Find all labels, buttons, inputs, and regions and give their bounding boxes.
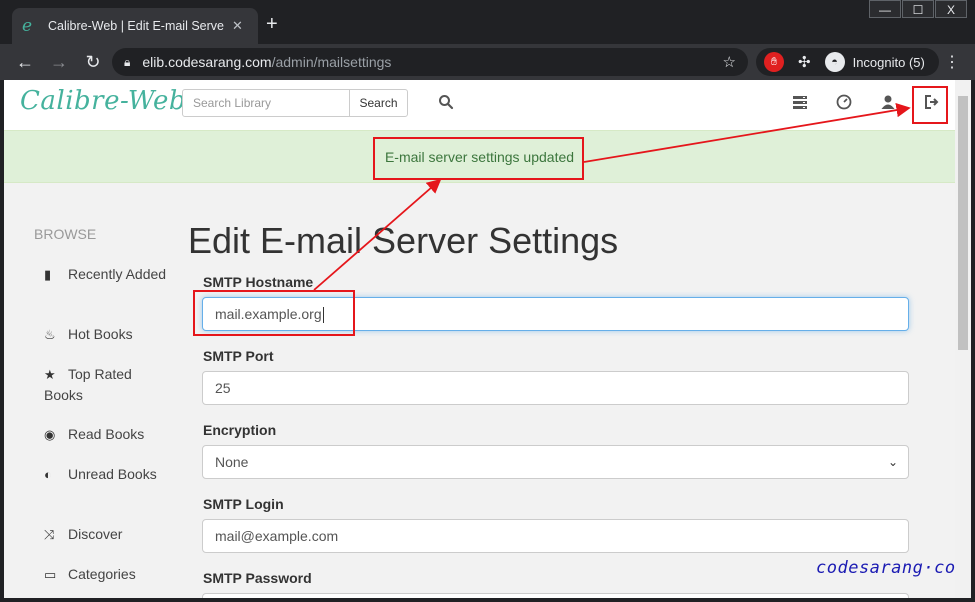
forward-arrow-icon[interactable]: → bbox=[44, 47, 74, 77]
maximize-button[interactable]: ☐ bbox=[902, 0, 934, 18]
browser-menu-icon[interactable]: ⋮ bbox=[944, 52, 960, 72]
extensions-area: ✋︎ ✣ ◓ Incognito (5) bbox=[756, 48, 939, 76]
url-host: elib.codesarang.com bbox=[142, 54, 272, 70]
puzzle-extensions-icon[interactable]: ✣ bbox=[798, 53, 811, 71]
arrow-to-alert bbox=[313, 178, 442, 291]
address-bar[interactable]: 🔒︎ elib.codesarang.com/admin/mailsetting… bbox=[112, 48, 748, 76]
calibre-favicon-icon: e bbox=[22, 16, 33, 36]
window-controls: — ☐ X bbox=[868, 0, 967, 18]
adblock-extension-icon[interactable]: ✋︎ bbox=[764, 52, 784, 72]
browser-toolbar: ← → ↻ 🔒︎ elib.codesarang.com/admin/mails… bbox=[0, 44, 975, 80]
close-window-button[interactable]: X bbox=[935, 0, 967, 18]
tab-title: Calibre-Web | Edit E-mail Server S bbox=[48, 19, 224, 33]
new-tab-button[interactable]: + bbox=[266, 14, 278, 34]
window-frame-bottom bbox=[0, 598, 975, 602]
bookmark-star-icon[interactable]: ☆ bbox=[723, 53, 736, 71]
browser-tab[interactable]: e Calibre-Web | Edit E-mail Server S ✕ bbox=[12, 8, 258, 44]
reload-icon[interactable]: ↻ bbox=[78, 47, 108, 77]
arrow-to-logout bbox=[583, 102, 911, 163]
window-frame-right bbox=[971, 80, 975, 602]
annotation-arrows bbox=[313, 102, 911, 291]
incognito-icon[interactable]: ◓ bbox=[824, 52, 845, 72]
back-arrow-icon[interactable]: ← bbox=[10, 47, 40, 77]
scrollbar-thumb[interactable] bbox=[958, 96, 968, 350]
browser-titlebar: e Calibre-Web | Edit E-mail Server S ✕ +… bbox=[0, 0, 975, 44]
page-scrollbar[interactable] bbox=[955, 80, 971, 598]
incognito-label[interactable]: Incognito (5) bbox=[853, 55, 925, 70]
page-viewport: Calibre-Web Search Library Search E-mail… bbox=[4, 80, 955, 598]
url-path: /admin/mailsettings bbox=[271, 54, 392, 70]
minimize-button[interactable]: — bbox=[869, 0, 901, 18]
tab-close-icon[interactable]: ✕ bbox=[232, 18, 243, 34]
lock-icon: 🔒︎ bbox=[124, 54, 131, 69]
